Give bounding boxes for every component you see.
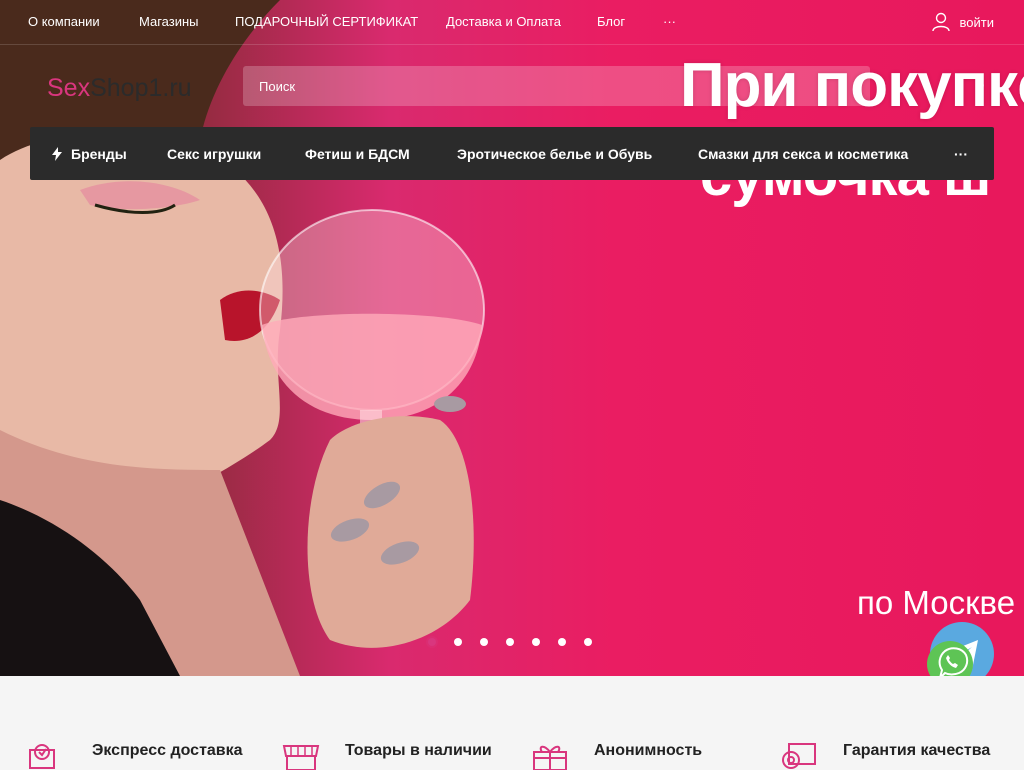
category-brands[interactable]: Бренды (71, 146, 127, 162)
feature-in-stock: Товары в наличии (281, 742, 492, 770)
slider-dot[interactable] (532, 638, 540, 646)
category-sex-toys[interactable]: Секс игрушки (167, 146, 261, 162)
hero-banner[interactable]: О компании Магазины ПОДАРОЧНЫЙ СЕРТИФИКА… (0, 0, 1024, 676)
category-navigation: Бренды Секс игрушки Фетиш и БДСМ Эротиче… (30, 127, 994, 180)
category-lubricants-cosmetics[interactable]: Смазки для секса и косметика (698, 146, 908, 162)
slider-dot[interactable] (454, 638, 462, 646)
feature-express-delivery: Экспресс доставка (28, 742, 243, 770)
feature-title: Гарантия качества (843, 742, 991, 759)
topnav-item-delivery[interactable]: Доставка и Оплата (446, 14, 561, 29)
login-label: войти (959, 14, 994, 30)
slider-dot[interactable] (506, 638, 514, 646)
logo-part1: Sex (47, 74, 91, 102)
bolt-icon (52, 147, 62, 161)
slider-dot[interactable] (558, 638, 566, 646)
feature-anonymity: Анонимность (530, 742, 702, 770)
cart-count-badge[interactable]: 0 (978, 80, 984, 92)
banner-headline: При покупке (680, 51, 1024, 120)
slider-dot[interactable] (428, 638, 436, 646)
site-logo[interactable]: SexShop1.ru (47, 74, 192, 103)
feature-quality-guarantee: Гарантия качества (779, 742, 990, 770)
category-more[interactable]: ··· (954, 146, 968, 162)
topnav-item-stores[interactable]: Магазины (139, 14, 199, 29)
topnav-item-gift-certificate[interactable]: ПОДАРОЧНЫЙ СЕРТИФИКАТ (235, 14, 418, 29)
slider-dot[interactable] (480, 638, 488, 646)
user-icon (931, 12, 950, 32)
certificate-icon (782, 743, 816, 769)
topnav-more[interactable]: ··· (663, 14, 676, 29)
features-bar: Экспресс доставка Товары в наличии Анони… (0, 676, 1024, 770)
login-link[interactable]: войти (931, 12, 994, 32)
feature-title: Экспресс доставка (92, 742, 243, 759)
feature-title: Товары в наличии (345, 742, 492, 759)
top-navigation: О компании Магазины ПОДАРОЧНЫЙ СЕРТИФИКА… (0, 0, 1024, 45)
logo-part2: Shop1.ru (90, 74, 192, 102)
topnav-item-blog[interactable]: Блог (597, 14, 625, 29)
banner-caption: по Москве (857, 584, 1016, 621)
topnav-item-about[interactable]: О компании (28, 14, 100, 29)
delivery-icon (29, 744, 55, 769)
store-icon (282, 745, 320, 770)
feature-title: Анонимность (594, 742, 703, 759)
category-lingerie-shoes[interactable]: Эротическое белье и Обувь (457, 146, 652, 162)
messenger-buttons (927, 622, 994, 676)
gift-icon (533, 745, 567, 770)
slider-dot[interactable] (584, 638, 592, 646)
slider-pagination (428, 638, 592, 646)
category-fetish-bdsm[interactable]: Фетиш и БДСМ (305, 146, 410, 162)
